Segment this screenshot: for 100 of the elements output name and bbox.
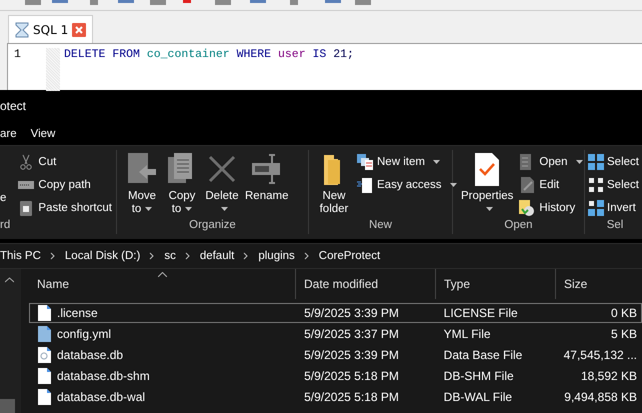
size-cell-text: 5 KB xyxy=(610,327,638,341)
file-name: database.db-shm xyxy=(57,369,150,383)
breadcrumb-item[interactable]: default xyxy=(200,250,234,262)
ribbon-button[interactable]: Select xyxy=(588,152,639,171)
chevron-icon xyxy=(243,252,250,260)
ribbon-button[interactable]: Select xyxy=(588,175,639,194)
date-cell-text: 5/9/2025 3:39 PM xyxy=(303,348,400,362)
editor-tab[interactable]: SQL 1 xyxy=(8,15,94,43)
edit-icon xyxy=(519,176,536,192)
type-cell-text: Data Base File xyxy=(442,348,524,362)
size-cell-text: 0 KB xyxy=(610,306,638,320)
toolbar-icon[interactable] xyxy=(325,0,341,3)
caret-icon xyxy=(486,206,493,211)
scrollbar-thumb[interactable] xyxy=(0,399,15,413)
select-all-icon xyxy=(588,154,604,170)
caret-icon xyxy=(185,206,192,211)
breadcrumb-item[interactable]: CoreProtect xyxy=(318,250,380,262)
group-label: rd xyxy=(0,219,12,233)
date-cell-text: 5/9/2025 5:18 PM xyxy=(303,369,400,383)
file-name: database.db xyxy=(57,348,124,362)
code-line: DELETE FROM co_container WHERE user IS 21; xyxy=(63,48,354,61)
type-cell-text: LICENSE File xyxy=(442,306,519,320)
file-icon xyxy=(38,347,51,363)
type-cell-text: YML File xyxy=(442,327,492,341)
ribbon-button[interactable]: Open xyxy=(519,152,583,171)
select-none-icon xyxy=(588,176,604,192)
file-icon xyxy=(38,389,51,405)
ribbon-tab[interactable]: are xyxy=(0,128,17,140)
ribbon-button[interactable]: e xyxy=(0,150,6,204)
breadcrumb-item[interactable]: plugins xyxy=(258,250,295,262)
ribbon-button[interactable]: Move to xyxy=(125,150,159,216)
caret-icon xyxy=(220,206,228,211)
column-header[interactable]: Name xyxy=(29,269,296,299)
ribbon-tab[interactable]: View xyxy=(30,128,56,140)
caret-icon xyxy=(432,160,440,164)
group-label: Organize xyxy=(188,219,237,233)
line-number: 1 xyxy=(13,48,22,61)
caret-icon xyxy=(450,182,457,186)
size-cell-text: 9,494,858 KB xyxy=(563,390,638,404)
ribbon-button[interactable]: Edit xyxy=(519,175,583,194)
toolbar-icon[interactable] xyxy=(290,0,298,5)
breadcrumb-item[interactable]: sc xyxy=(164,250,176,262)
column-header[interactable]: Date modified xyxy=(296,269,436,299)
chevron-icon xyxy=(149,252,156,260)
clipboard-icon xyxy=(18,200,34,216)
folder-arrow-icon xyxy=(125,152,159,186)
toolbar-icon[interactable] xyxy=(52,0,68,3)
toolbar-icon[interactable] xyxy=(90,0,98,5)
file-row[interactable]: .license 5/9/2025 3:39 PM LICENSE File 0 KB xyxy=(29,303,642,323)
column-header[interactable]: Type xyxy=(436,269,556,299)
ribbon-button[interactable]: Invert xyxy=(588,198,639,217)
ribbon-button[interactable]: Copy path xyxy=(18,175,112,194)
history-icon xyxy=(519,200,536,216)
size-cell-text: 47,545,132 ... xyxy=(562,348,638,362)
breadcrumb-item[interactable]: Local Disk (D:) xyxy=(64,250,140,262)
file-name: .license xyxy=(57,306,98,320)
toolbar-icon[interactable] xyxy=(150,0,166,5)
ribbon-button[interactable]: Rename xyxy=(245,150,288,203)
document-icon xyxy=(357,176,373,192)
new-item-icon xyxy=(357,154,373,170)
date-cell-text: 5/9/2025 3:37 PM xyxy=(303,327,400,341)
file-row[interactable]: database.db 5/9/2025 3:39 PM Data Base File 47,545,132 ... xyxy=(29,345,642,365)
toolbar-icon[interactable] xyxy=(355,0,371,5)
close-icon[interactable] xyxy=(72,22,86,36)
toolbar-icon[interactable] xyxy=(215,0,231,5)
file-row[interactable]: config.yml 5/9/2025 3:37 PM YML File 5 KB xyxy=(29,324,642,344)
file-row[interactable]: database.db-shm 5/9/2025 5:18 PM DB-SHM File 18,592 KB xyxy=(29,366,642,386)
ribbon-button[interactable]: History xyxy=(519,198,583,217)
toolbar-icon[interactable] xyxy=(118,0,134,3)
gutter-margin xyxy=(46,48,60,91)
ribbon-button[interactable]: Cut xyxy=(18,152,112,171)
caret-icon xyxy=(145,206,152,211)
breadcrumb-item[interactable]: This PC xyxy=(0,250,41,262)
file-row[interactable]: database.db-wal 5/9/2025 5:18 PM DB-WAL File 9,494,858 KB xyxy=(29,387,642,407)
group-label: New xyxy=(368,219,393,233)
file-name: database.db-wal xyxy=(57,390,146,404)
date-cell-text: 5/9/2025 3:39 PM xyxy=(303,306,400,320)
column-header[interactable]: Size xyxy=(556,269,642,299)
ribbon-button[interactable]: Paste shortcut xyxy=(18,198,112,217)
type-cell-text: DB-SHM File xyxy=(442,369,515,383)
group-label: Sel xyxy=(606,219,624,233)
window-title: otect xyxy=(0,98,28,115)
toolbar-icon[interactable] xyxy=(250,0,266,3)
invert-selection-icon xyxy=(588,200,604,216)
ribbon-button[interactable]: New folder xyxy=(317,150,351,216)
chevron-icon xyxy=(184,252,191,260)
ribbon-button[interactable]: Properties xyxy=(461,150,514,216)
ribbon-button[interactable]: Delete xyxy=(205,150,239,216)
toolbar-icon[interactable] xyxy=(25,0,41,5)
ribbon-button[interactable]: New item xyxy=(357,152,457,171)
size-cell-text: 18,592 KB xyxy=(580,369,638,383)
group-label: Open xyxy=(503,219,534,233)
file-icon xyxy=(38,305,51,321)
ribbon-button[interactable]: Easy access xyxy=(357,175,457,194)
ribbon-button[interactable]: Copy to xyxy=(165,150,199,216)
file-icon xyxy=(38,368,51,384)
file-name: config.yml xyxy=(57,327,112,341)
scroll-up-icon[interactable] xyxy=(5,277,14,283)
date-cell-text: 5/9/2025 5:18 PM xyxy=(303,390,400,404)
toolbar-icon[interactable] xyxy=(183,0,191,3)
